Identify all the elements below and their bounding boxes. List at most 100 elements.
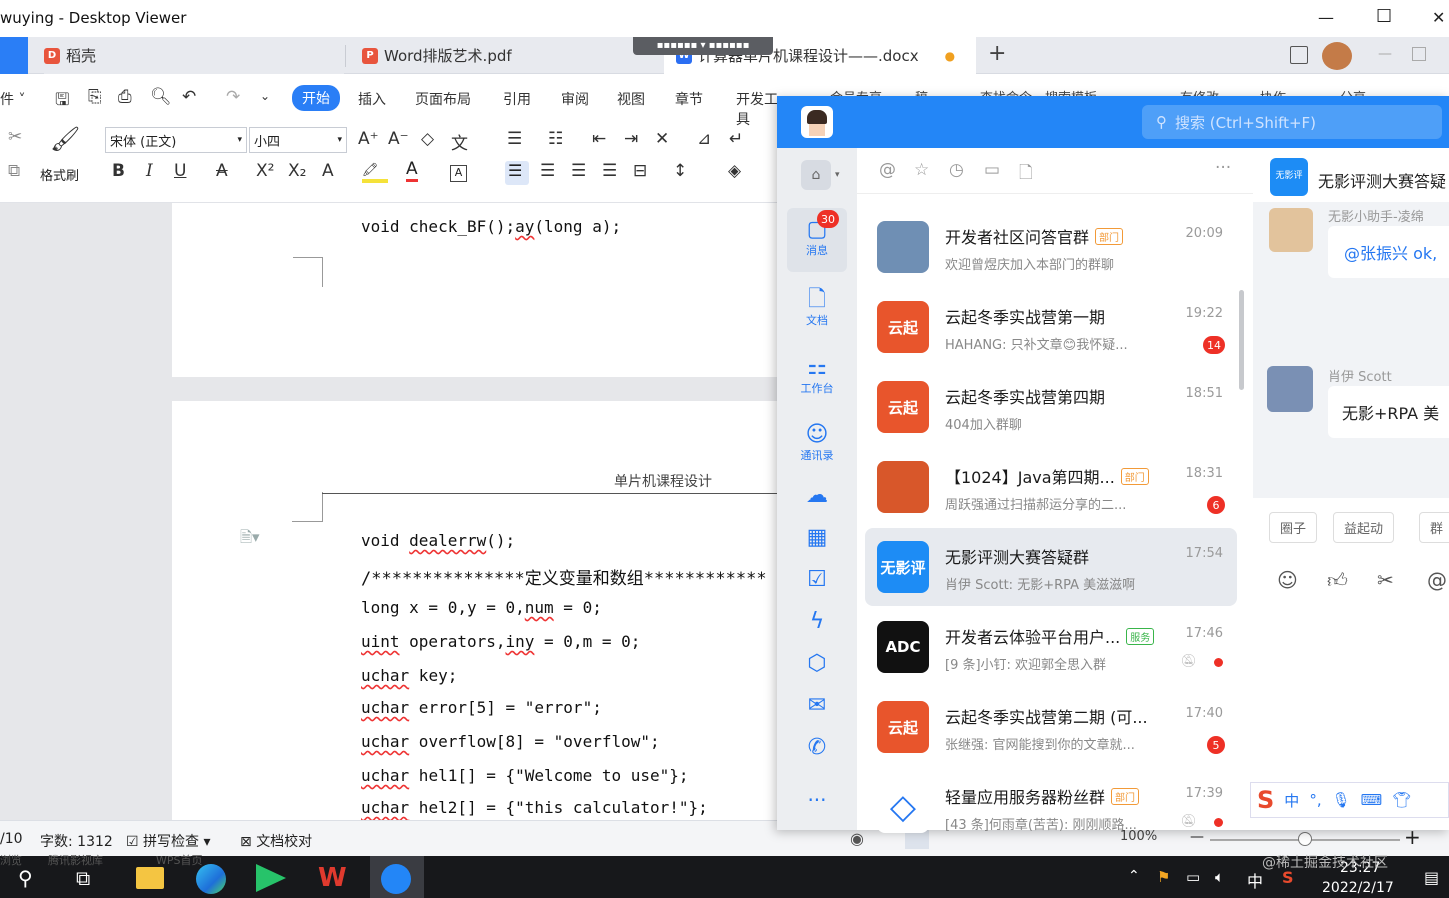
format-painter-label[interactable]: 格式刷 [40,165,79,184]
minimize-button[interactable]: — [1318,8,1334,27]
tab-chapter[interactable]: 章节 [675,89,703,109]
nav-cube[interactable]: ⬡ [777,652,857,676]
increase-indent-icon[interactable]: ⇥ [624,129,638,149]
share-button[interactable]: 分享 [1340,87,1366,96]
conversation-item[interactable]: ADC 开发者云体验平台用户... 服务 [9 条]小钉: 欢迎郭全思入群 17:46 🔕… [865,608,1237,686]
emoji-icon[interactable]: ☺ [1277,568,1298,592]
ime-toolbar[interactable]: S 中 °, 🎙︎ ⌨ 👕︎ [1250,782,1449,818]
show-marks-icon[interactable]: ↵ [729,129,743,149]
chip-circle[interactable]: 圈子 [1269,512,1318,543]
nav-docs[interactable]: 🗋 文档 [777,288,857,328]
italic-icon[interactable]: I [146,161,153,181]
file-menu[interactable]: 件 ˅ [0,89,25,109]
export-icon[interactable]: ⎘ [88,87,102,107]
file-explorer-icon[interactable] [136,867,164,889]
tray-app-icon[interactable]: ⚑ [1157,868,1170,886]
nav-ding[interactable]: ☁ [777,484,857,508]
tab-view[interactable]: 视图 [617,89,645,109]
cut-icon[interactable]: ✂ [8,127,22,147]
char-border-icon[interactable]: A [450,165,467,182]
history-icon[interactable]: ◷ [949,160,964,180]
message-bubble[interactable]: @张振兴 ok, [1328,226,1449,278]
save-icon[interactable]: 🖫 [55,87,69,116]
conversation-item[interactable]: 【1024】Java第四期... 部门 周跃强通过扫描郝运分享的二... 18:31 6 [865,448,1237,526]
tab-insert[interactable]: 插入 [358,89,386,109]
decrease-indent-icon[interactable]: ⇤ [592,129,606,149]
tab-home[interactable]: 开始 [292,85,340,111]
strikethrough-icon[interactable]: A [216,161,228,181]
sort-icon[interactable]: ⊿ [697,129,711,149]
ime-indicator[interactable]: 中 [1247,868,1263,892]
scrollbar[interactable] [1239,290,1244,390]
shading-icon[interactable]: ◈ [728,161,741,181]
maximize-button[interactable]: ☐ [1376,6,1392,27]
proofread-button[interactable]: ⊠ 文档校对 [240,831,312,851]
quick-access-dropdown-icon[interactable]: ⌄ [260,89,270,103]
message-bubble[interactable]: 无影+RPA 美 [1328,386,1449,438]
more-icon[interactable]: ··· [1215,158,1231,178]
tab-more[interactable]: 稿 [915,87,928,96]
superscript-icon[interactable]: X² [256,161,274,181]
punctuation-icon[interactable]: °, [1309,791,1321,809]
phonetic-guide-icon[interactable]: 文 [451,129,468,154]
command-search[interactable]: 查找命令、搜索模板 [980,87,1097,96]
chip-group[interactable]: 群 [1419,512,1449,543]
shrink-font-icon[interactable]: A⁻ [388,129,409,149]
nav-calendar[interactable]: ▦ [777,526,857,550]
media-player-icon[interactable] [256,864,286,892]
justify-icon[interactable]: ☰ [602,161,617,181]
nav-more[interactable]: ··· [777,788,857,812]
word-count[interactable]: 字数: 1312 [40,831,113,851]
search-box[interactable]: ⚲ 搜索 (Ctrl+Shift+F) [1142,105,1442,139]
redo-icon[interactable]: ↷ [226,87,240,107]
print-icon[interactable]: ⎙ [118,87,132,107]
star-icon[interactable]: ☆ [914,160,929,180]
undo-icon[interactable]: ↶ [182,87,196,107]
microphone-icon[interactable]: 🎙︎ [1332,791,1351,809]
conversation-item[interactable]: 无影评 无影评测大赛答疑群 肖伊 Scott: 无影+RPA 美滋滋啊 17:54 [865,528,1237,606]
conversation-item[interactable]: 云起 云起冬季实战营第二期 (可... 张继强: 官网能搜到你的文章就... 17:4… [865,688,1237,766]
align-left-icon[interactable]: ☰ [505,161,529,185]
file-icon[interactable]: 🗋 [1019,160,1033,189]
close-button[interactable]: ✕ [1432,8,1445,27]
copy-icon[interactable]: ⧉ [8,161,20,181]
nav-todo[interactable]: ☑ [777,568,857,592]
archive-icon[interactable]: ▭ [984,160,1000,180]
thumbs-up-icon[interactable]: 👍︎ [1327,568,1348,593]
text-effect-icon[interactable]: A [322,161,334,181]
network-icon[interactable]: ▭ [1186,868,1200,886]
task-view-icon[interactable]: ⧉ [76,866,90,890]
conversation-item[interactable]: 开发者社区问答官群 部门 欢迎曾煜庆加入本部门的群聊 20:09 [865,208,1237,286]
distribute-icon[interactable]: ⊟ [633,161,647,181]
sender-avatar[interactable] [1269,208,1313,252]
scissors-icon[interactable]: ✂ [1377,568,1394,592]
format-painter-icon[interactable]: 🖌︎ [50,125,80,153]
tab-review[interactable]: 审阅 [561,89,589,109]
volume-icon[interactable]: 🔈︎ [1215,868,1224,886]
tray-expand-icon[interactable]: ⌃ [1128,868,1140,884]
tab-member[interactable]: 会员专享 [830,87,882,96]
inner-restore-button[interactable] [1412,47,1426,61]
conversation-item[interactable]: ◇ 轻量应用服务器粉丝群 部门 [43 条]何雨章(苦苦): 刚刚顺路... 17:39… [865,768,1237,846]
bold-icon[interactable]: B [112,161,125,181]
layout-icon[interactable] [1290,46,1308,64]
zoom-slider-thumb[interactable] [1298,832,1312,846]
spell-check-button[interactable]: ☑ 拼写检查 ▾ [126,831,211,851]
mention-icon[interactable]: @ [1427,568,1447,592]
tab-daoke[interactable]: D 稻壳 [44,37,344,74]
nav-mail[interactable]: ✉ [777,694,857,718]
numbering-icon[interactable]: ☷ [548,129,563,149]
remote-floating-toolbar[interactable]: ▪▪▪▪▪▪ ▾ ▪▪▪▪▪▪ [633,37,773,55]
notification-icon[interactable]: ▤ [1424,868,1439,887]
conversation-item[interactable]: 云起 云起冬季实战营第四期 404加入群聊 18:51 [865,368,1237,446]
underline-icon[interactable]: U [174,161,186,181]
app-menu-button[interactable] [0,37,28,74]
font-color-icon[interactable]: A [406,159,418,182]
nav-phone[interactable]: ✆ [777,736,857,760]
new-tab-button[interactable]: + [988,41,1006,66]
revision-status[interactable]: 有修改 [1180,87,1219,96]
dingtalk-icon[interactable] [381,864,411,894]
highlight-icon[interactable]: 🖍︎ [362,163,388,183]
skin-icon[interactable]: 👕︎ [1392,791,1411,809]
chip-charity[interactable]: 益起动 [1333,512,1395,543]
